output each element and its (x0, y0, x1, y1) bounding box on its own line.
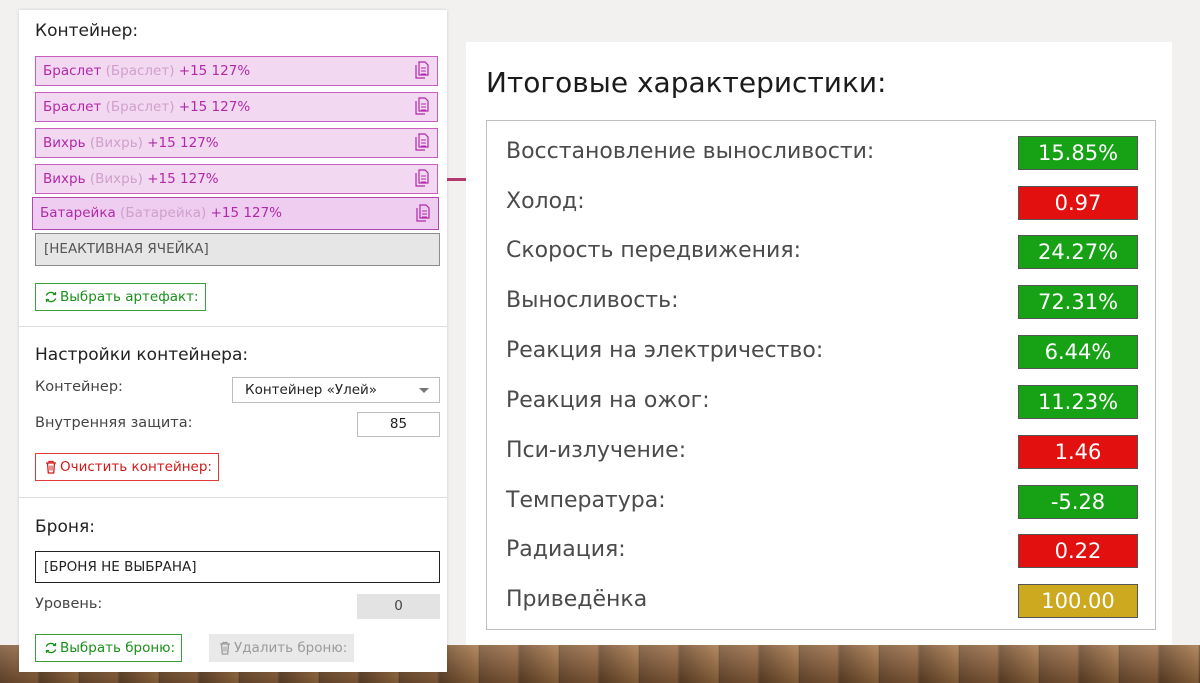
stat-value: 6.44% (1018, 335, 1138, 369)
slot-name: Вихрь (43, 135, 86, 151)
container-label: Контейнер: (35, 379, 123, 395)
delete-armor-button: Удалить броню: (209, 634, 355, 662)
stat-row: Холод: 0.97 (487, 183, 1155, 221)
summary-table: Восстановление выносливости: 15.85% Холо… (486, 120, 1156, 630)
artifact-slot-3[interactable]: Вихрь (Вихрь) +15 127% (35, 128, 438, 158)
slot-bonus: +15 127% (178, 63, 251, 79)
refresh-icon (45, 642, 57, 654)
slot-name: Батарейка (40, 205, 116, 221)
stat-value: 11.23% (1018, 385, 1138, 419)
copy-icon[interactable] (415, 133, 429, 151)
choose-armor-button[interactable]: Выбрать броню: (35, 634, 183, 662)
stat-value: 72.31% (1018, 285, 1138, 319)
divider (19, 497, 447, 498)
stat-value: 24.27% (1018, 235, 1138, 269)
artifact-slot-2[interactable]: Браслет (Браслет) +15 127% (35, 92, 438, 122)
stat-label: Холод: (506, 189, 585, 214)
stat-label: Реакция на ожог: (506, 388, 710, 413)
slot-bonus: +15 127% (210, 205, 283, 221)
stat-row: Восстановление выносливости: 15.85% (487, 133, 1155, 171)
slot-subname: (Вихрь) (89, 135, 143, 151)
stat-label: Температура: (506, 488, 666, 513)
stat-label: Восстановление выносливости: (506, 139, 875, 164)
stat-row: Приведёнка 100.00 (487, 581, 1155, 619)
stat-label: Выносливость: (506, 288, 679, 313)
artifact-slot-5[interactable]: Батарейка (Батарейка) +15 127% (32, 197, 439, 230)
armor-section-title: Броня: (35, 517, 95, 537)
slot-subname: (Вихрь) (89, 171, 143, 187)
container-section-title: Контейнер: (35, 21, 139, 41)
button-label: Очистить контейнер: (60, 459, 212, 475)
slot-subname: (Батарейка) (120, 205, 207, 221)
stat-label: Приведёнка (506, 587, 648, 612)
stat-row: Реакция на электричество: 6.44% (487, 332, 1155, 370)
slot-bonus: +15 127% (178, 99, 251, 115)
stat-value: -5.28 (1018, 485, 1138, 519)
button-label: Удалить броню: (234, 640, 348, 656)
trash-icon (220, 641, 230, 655)
copy-icon[interactable] (415, 61, 429, 79)
slot-name: Браслет (43, 63, 102, 79)
slot-name: Браслет (43, 99, 102, 115)
divider (19, 326, 447, 327)
slot-bonus: +15 127% (147, 171, 219, 187)
choose-artifact-button[interactable]: Выбрать артефакт: (35, 283, 206, 311)
connector-line (447, 178, 467, 181)
stat-value: 1.46 (1018, 435, 1138, 469)
button-label: Выбрать броню: (60, 640, 176, 656)
copy-icon[interactable] (415, 97, 429, 115)
stat-row: Радиация: 0.22 (487, 531, 1155, 569)
copy-icon[interactable] (415, 169, 429, 187)
clear-container-button[interactable]: Очистить контейнер: (35, 453, 219, 481)
stat-value: 15.85% (1018, 136, 1138, 170)
slot-subname: (Браслет) (105, 99, 175, 115)
artifact-slot-1[interactable]: Браслет (Браслет) +15 127% (35, 56, 438, 86)
chevron-down-icon (419, 388, 429, 393)
stat-value: 0.97 (1018, 186, 1138, 220)
container-settings-title: Настройки контейнера: (35, 345, 249, 365)
container-select-value: Контейнер «Улей» (245, 382, 378, 398)
button-label: Выбрать артефакт: (60, 289, 199, 305)
stat-label: Пси-излучение: (506, 438, 687, 463)
stat-value: 0.22 (1018, 534, 1138, 568)
copy-icon[interactable] (416, 204, 430, 222)
trash-icon (46, 460, 56, 474)
inactive-slot: [НЕАКТИВНАЯ ЯЧЕЙКА] (35, 233, 440, 266)
slot-name: Вихрь (43, 171, 86, 187)
summary-panel: Итоговые характеристики: Восстановление … (466, 42, 1172, 645)
stat-row: Температура: -5.28 (487, 482, 1155, 520)
stat-row: Реакция на ожог: 11.23% (487, 382, 1155, 420)
stat-row: Выносливость: 72.31% (487, 282, 1155, 320)
stat-label: Скорость передвижения: (506, 238, 801, 263)
inner-protection-label: Внутренняя защита: (35, 415, 193, 431)
level-label: Уровень: (35, 596, 103, 612)
armor-field[interactable]: [БРОНЯ НЕ ВЫБРАНА] (35, 551, 440, 583)
stat-value: 100.00 (1018, 584, 1138, 618)
stat-label: Радиация: (506, 537, 626, 562)
level-input: 0 (357, 594, 440, 619)
stat-label: Реакция на электричество: (506, 338, 824, 363)
stat-row: Скорость передвижения: 24.27% (487, 232, 1155, 270)
slot-bonus: +15 127% (147, 135, 219, 151)
refresh-icon (45, 291, 57, 303)
summary-title: Итоговые характеристики: (486, 66, 887, 99)
slot-subname: (Браслет) (105, 63, 175, 79)
artifact-slot-4[interactable]: Вихрь (Вихрь) +15 127% (35, 164, 438, 194)
left-panel: Контейнер: Браслет (Браслет) +15 127% Бр… (19, 10, 447, 672)
stat-row: Пси-излучение: 1.46 (487, 432, 1155, 470)
container-select[interactable]: Контейнер «Улей» (232, 377, 440, 403)
inner-protection-input[interactable]: 85 (357, 412, 440, 437)
